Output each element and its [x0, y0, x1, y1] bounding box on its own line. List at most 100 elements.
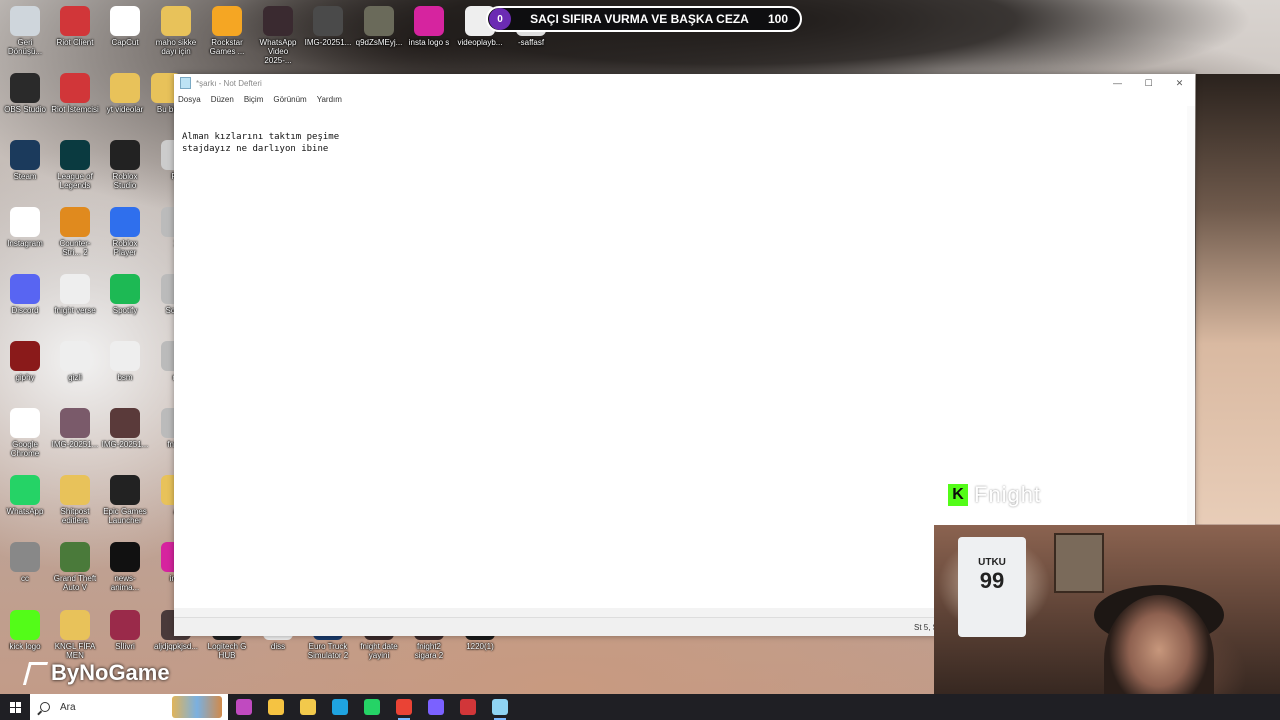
- menu-view[interactable]: Görünüm: [273, 95, 306, 104]
- desktop-icon-label: Euro Truck Simulator 2: [307, 642, 349, 660]
- desktop-icon[interactable]: WhatsApp Video 2025-...: [254, 6, 302, 65]
- whatsapp-taskbar-icon: [364, 699, 380, 715]
- taskbar-app[interactable]: [356, 694, 388, 720]
- desktop-icon[interactable]: Discord: [1, 274, 49, 315]
- desktop-icon[interactable]: giphy: [1, 341, 49, 382]
- text-line: Alman kızlarını taktım peşime: [182, 132, 340, 142]
- minimize-button[interactable]: —: [1102, 74, 1133, 92]
- desktop-icon[interactable]: Steam: [1, 140, 49, 181]
- messenger-icon: [428, 699, 444, 715]
- desktop-icon-label: q9dZsMEyj...: [355, 38, 403, 47]
- wallpaper-right: [1196, 74, 1280, 524]
- notepad-taskbar-icon: [492, 699, 508, 715]
- desktop-icon[interactable]: Spotify: [101, 274, 149, 315]
- desktop-icon[interactable]: Rockstar Games ...: [203, 6, 251, 56]
- desktop-icon[interactable]: CapCut: [101, 6, 149, 47]
- desktop-icon-label: IMG-20251...: [51, 440, 99, 449]
- taskbar-app[interactable]: [484, 694, 516, 720]
- video-icon: [110, 542, 140, 572]
- start-button[interactable]: [0, 694, 30, 720]
- instagram-icon: [414, 6, 444, 36]
- taskbar-app[interactable]: [292, 694, 324, 720]
- desktop-icon[interactable]: Grand Theft Auto V: [51, 542, 99, 592]
- desktop-icon-label: 1220(1): [466, 642, 494, 651]
- desktop-icon-label: Sİlivri: [115, 642, 135, 651]
- desktop-icon[interactable]: gizli: [51, 341, 99, 382]
- desktop-icon-label: cc: [21, 574, 29, 583]
- video-icon: [263, 6, 293, 36]
- menu-format[interactable]: Biçim: [244, 95, 264, 104]
- text-line: stajdayız ne darlıyon ibine: [182, 144, 329, 154]
- desktop-icon[interactable]: KNGL FİFA MEN: [51, 610, 99, 660]
- folder-icon: [60, 610, 90, 640]
- desktop-icon-label: Google Chrome: [10, 440, 40, 458]
- desktop-icon[interactable]: OBS Studio: [1, 73, 49, 114]
- desktop-icon-label: giphy: [15, 373, 35, 382]
- menu-file[interactable]: Dosya: [178, 95, 201, 104]
- desktop-icon[interactable]: Sİlivri: [101, 610, 149, 651]
- taskbar-search[interactable]: Ara: [30, 694, 228, 720]
- image-icon: [364, 6, 394, 36]
- fnight-watermark: K Fnight: [948, 482, 1041, 508]
- desktop-icon[interactable]: news-anima...: [101, 542, 149, 592]
- taskbar-app[interactable]: [452, 694, 484, 720]
- desktop-icon[interactable]: Riot İstemcisi: [51, 73, 99, 114]
- desktop-icon[interactable]: IMG-20251...: [101, 408, 149, 449]
- taskbar-app[interactable]: [420, 694, 452, 720]
- desktop-icon[interactable]: cc: [1, 542, 49, 583]
- webcam-feed: UTKU 99: [934, 525, 1280, 720]
- desktop-icon[interactable]: insta logo s: [405, 6, 453, 47]
- desktop-icon-label: OBS Studio: [4, 105, 46, 114]
- search-placeholder: Ara: [60, 701, 76, 713]
- desktop-icon[interactable]: Shitpost editlera: [51, 475, 99, 525]
- desktop-icon-label: Rockstar Games ...: [209, 38, 245, 56]
- taskbar-app[interactable]: [388, 694, 420, 720]
- rockstar-icon: [212, 6, 242, 36]
- chrome-taskbar-icon: [396, 699, 412, 715]
- epic-icon: [110, 475, 140, 505]
- steam-icon: [10, 140, 40, 170]
- cs-icon: [60, 207, 90, 237]
- roblox-studio-icon: [110, 140, 140, 170]
- desktop-icon[interactable]: Roblox Player: [101, 207, 149, 257]
- desktop-icon[interactable]: Roblox Studio: [101, 140, 149, 190]
- desktop-icon[interactable]: fnight verse: [51, 274, 99, 315]
- notepad-titlebar[interactable]: *şarkı - Not Defteri — ☐ ✕: [174, 74, 1195, 92]
- desktop-icon[interactable]: Google Chrome: [1, 408, 49, 458]
- desktop-icon[interactable]: kick logo: [1, 610, 49, 651]
- notepad-icon: [180, 77, 191, 89]
- desktop-icon-label: League of Legends: [57, 172, 93, 190]
- taskbar-app[interactable]: [260, 694, 292, 720]
- desktop-icon[interactable]: Instagram: [1, 207, 49, 248]
- desktop-icon[interactable]: bsm: [101, 341, 149, 382]
- menu-edit[interactable]: Düzen: [211, 95, 234, 104]
- menu-help[interactable]: Yardım: [317, 95, 342, 104]
- maximize-button[interactable]: ☐: [1133, 74, 1164, 92]
- desktop-icon[interactable]: Geri Dönüşü...: [1, 6, 49, 56]
- desktop-icon[interactable]: League of Legends: [51, 140, 99, 190]
- folder-icon: [161, 6, 191, 36]
- notepad-text-area[interactable]: Alman kızlarını taktım peşime stajdayız n…: [182, 131, 339, 155]
- kick-icon: [10, 610, 40, 640]
- desktop-icon[interactable]: IMG-20251...: [304, 6, 352, 47]
- gta-icon: [60, 542, 90, 572]
- desktop-icon[interactable]: Riot Client: [51, 6, 99, 47]
- file-icon: [60, 274, 90, 304]
- desktop-icon-label: bsm: [117, 373, 133, 382]
- taskbar-app[interactable]: [228, 694, 260, 720]
- wall-jersey: UTKU 99: [958, 537, 1026, 637]
- desktop-icon[interactable]: Counter-Stri... 2: [51, 207, 99, 257]
- desktop-icon-label: fnight2 sigara 2: [414, 642, 444, 660]
- desktop-icon[interactable]: Epic Games Launcher: [101, 475, 149, 525]
- taskbar-app[interactable]: [324, 694, 356, 720]
- chrome-icon: [10, 207, 40, 237]
- desktop-icon-label: Grand Theft Auto V: [53, 574, 97, 592]
- close-button[interactable]: ✕: [1164, 74, 1195, 92]
- desktop-icon[interactable]: WhatsApp: [1, 475, 49, 516]
- spotify-icon: [110, 274, 140, 304]
- riot-icon: [60, 73, 90, 103]
- desktop-icon[interactable]: IMG-20251...: [51, 408, 99, 449]
- desktop-icon-label: fnight date yayini: [360, 642, 398, 660]
- desktop-icon[interactable]: q9dZsMEyj...: [355, 6, 403, 47]
- desktop-icon[interactable]: maho sikke dayı için: [152, 6, 200, 56]
